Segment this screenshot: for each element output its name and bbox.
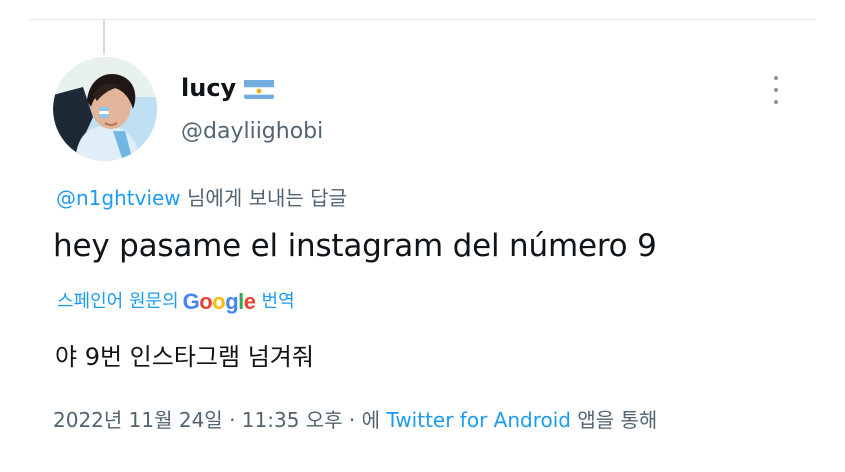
tweet-detail-page: lucy @dayliighobi @n1ghtview 님에게 보내는 답글 … (0, 0, 845, 472)
tweet-metadata: 2022년 11월 24일 · 11:35 오후 · 에 Twitter for… (53, 405, 657, 435)
timestamp[interactable]: 2022년 11월 24일 · 11:35 오후 · 에 (53, 408, 380, 432)
more-vertical-icon[interactable] (768, 76, 784, 104)
translated-text: 야 9번 인스타그램 넘겨줘 (55, 343, 314, 371)
source-suffix: 앱을 통해 (571, 408, 658, 432)
source-app-link[interactable]: Twitter for Android (386, 408, 571, 432)
translated-by-google[interactable]: 스페인어 원문의 Google 번역 (57, 288, 295, 316)
translate-prefix: 스페인어 원문의 (57, 291, 179, 312)
argentina-flag-icon (244, 77, 275, 99)
display-name[interactable]: lucy (181, 71, 275, 105)
avatar-photo (53, 57, 157, 161)
display-name-text: lucy (181, 74, 237, 102)
user-handle[interactable]: @dayliighobi (181, 117, 323, 147)
top-divider (30, 19, 815, 20)
reply-mention-link[interactable]: @n1ghtview (56, 186, 181, 210)
avatar[interactable] (53, 57, 157, 161)
thread-connector-line (103, 20, 105, 54)
reply-context: @n1ghtview 님에게 보내는 답글 (56, 184, 347, 212)
reply-context-suffix: 님에게 보내는 답글 (180, 186, 347, 210)
google-logo: Google (182, 289, 256, 314)
translate-suffix: 번역 (261, 291, 295, 312)
tweet-text: hey pasame el instagram del número 9 (53, 228, 657, 264)
